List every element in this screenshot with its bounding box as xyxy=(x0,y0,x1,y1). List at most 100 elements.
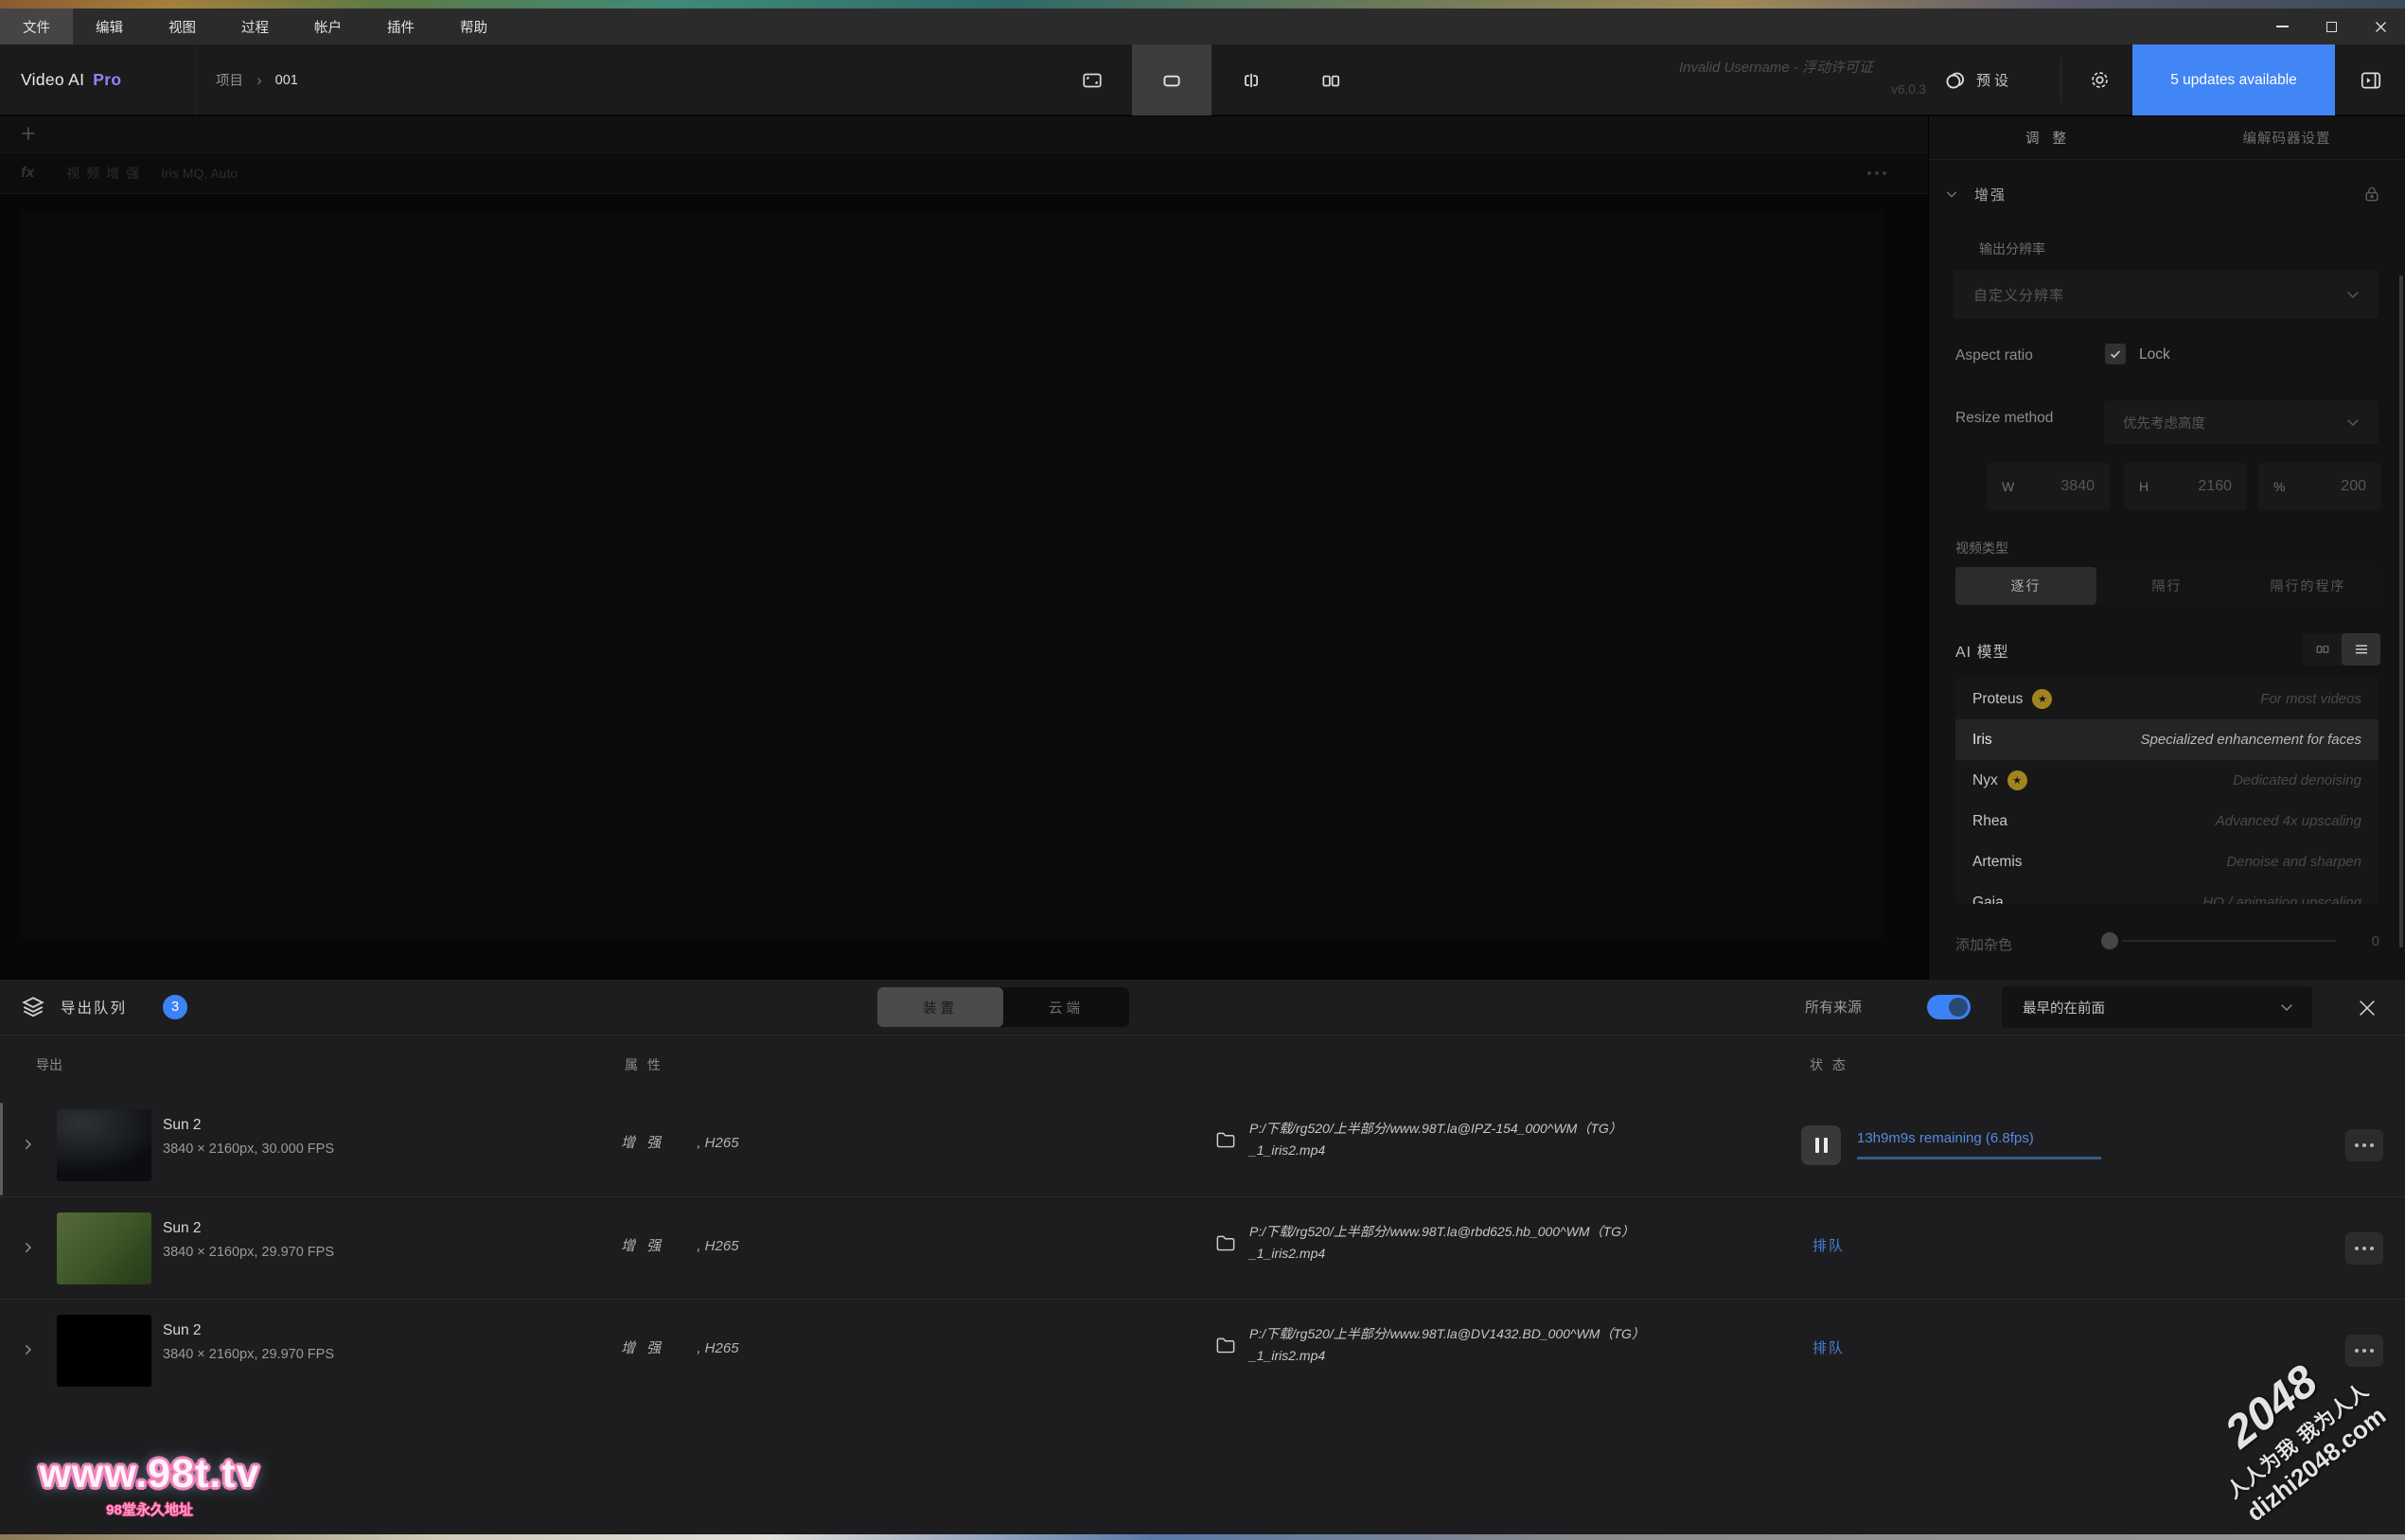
pause-button[interactable] xyxy=(1801,1125,1841,1165)
add-grain-label: 添加杂色 xyxy=(1955,934,2012,954)
aspect-lock-checkbox[interactable] xyxy=(2105,344,2126,364)
status-remaining-link[interactable]: 13h9m9s remaining (6.8fps) xyxy=(1857,1130,2034,1146)
menu-item-account[interactable]: 帐户 xyxy=(292,9,364,44)
video-title: Sun 2 xyxy=(163,1322,202,1339)
divider xyxy=(0,1035,2405,1036)
resolution-preset-dropdown[interactable]: 自定义分辨率 xyxy=(1953,270,2378,319)
queue-header: 导出队列 3 xyxy=(21,980,187,1034)
row-menu-button[interactable] xyxy=(2345,1129,2383,1161)
model-view-toggle xyxy=(2303,633,2380,665)
list-view-icon xyxy=(2353,641,2370,658)
column-header-export: 导出 xyxy=(36,1055,62,1074)
queue-title: 导出队列 xyxy=(61,997,127,1018)
close-icon xyxy=(2374,20,2388,34)
model-option-gaia[interactable]: Gaia ★ HQ / animation upscaling xyxy=(1955,882,2378,904)
filter-summary-bar: fx 视频增强 Iris MQ, Auto xyxy=(0,152,1928,194)
queue-target-device[interactable]: 装置 xyxy=(877,987,1003,1027)
queue-row: Sun 2 3840 × 2160px, 29.970 FPS 增 强 , H2… xyxy=(0,1299,2405,1401)
model-option-rhea[interactable]: Rhea ★ Advanced 4x upscaling xyxy=(1955,801,2378,841)
breadcrumb-root[interactable]: 项目 xyxy=(216,70,243,90)
ai-model-list: Proteus ★ For most videos Iris ★ Special… xyxy=(1955,679,2378,904)
output-path: P:/下载/rg520/上半部分/www.98T.la@IPZ-154_000^… xyxy=(1249,1118,1798,1161)
status-queued: 排队 xyxy=(1813,1337,1845,1357)
settings-button[interactable] xyxy=(2077,44,2122,115)
license-info: Invalid Username - 浮动许可证 v6.0.3 xyxy=(1679,57,1926,97)
fx-icon: fx xyxy=(21,165,34,182)
chevron-down-icon xyxy=(1944,186,1959,202)
queue-target-segmented: 装置 云端 xyxy=(877,987,1129,1027)
close-queue-button[interactable] xyxy=(2349,990,2385,1026)
presets-button[interactable]: 预设 xyxy=(1942,44,2012,115)
row-properties: 增 强 , H265 xyxy=(621,1132,739,1152)
menu-bar: 文件 编辑 视图 过程 帐户 插件 帮助 xyxy=(0,9,2405,44)
collapse-panel-button[interactable] xyxy=(2345,44,2396,115)
divider xyxy=(195,44,196,115)
model-option-nyx[interactable]: Nyx ★ Dedicated denoising xyxy=(1955,760,2378,801)
queue-scrollbar[interactable] xyxy=(0,1103,3,1195)
more-options-icon[interactable] xyxy=(1867,171,1886,175)
tab-adjustments[interactable]: 调 整 xyxy=(1929,116,2167,159)
model-list-view-button[interactable] xyxy=(2342,633,2380,665)
video-type-interlaced-progressive[interactable]: 隔行的程序 xyxy=(2237,567,2378,605)
close-window-button[interactable] xyxy=(2356,9,2405,44)
desktop-wallpaper-sliver-top xyxy=(0,0,2405,9)
menu-item-view[interactable]: 视图 xyxy=(146,9,219,44)
window-controls xyxy=(2257,9,2405,44)
menu-item-process[interactable]: 过程 xyxy=(219,9,292,44)
grain-slider-track[interactable] xyxy=(2122,940,2336,942)
menu-item-file[interactable]: 文件 xyxy=(0,9,73,44)
expand-row-chevron-icon[interactable] xyxy=(21,1342,36,1357)
model-option-artemis[interactable]: Artemis ★ Denoise and sharpen xyxy=(1955,841,2378,882)
app-version: v6.0.3 xyxy=(1679,82,1926,97)
expand-row-chevron-icon[interactable] xyxy=(21,1137,36,1152)
view-mode-group xyxy=(1052,44,1370,115)
queue-sort-dropdown[interactable]: 最早的在前面 xyxy=(2002,986,2312,1028)
video-canvas[interactable] xyxy=(21,211,1883,940)
row-menu-button[interactable] xyxy=(2345,1232,2383,1265)
video-type-progressive[interactable]: 逐行 xyxy=(1955,567,2096,605)
scale-percent-field[interactable]: % 200 xyxy=(2258,463,2381,510)
title-bar: Video AI Pro 项目 › 001 Invalid Username -… xyxy=(0,44,2405,115)
video-thumbnail[interactable] xyxy=(57,1213,151,1284)
menu-item-help[interactable]: 帮助 xyxy=(437,9,510,44)
height-field[interactable]: H 2160 xyxy=(2124,463,2247,510)
panel-scrollbar[interactable] xyxy=(2399,275,2403,947)
layers-icon xyxy=(21,995,45,1019)
add-video-button[interactable]: + xyxy=(21,119,36,149)
menu-item-edit[interactable]: 编辑 xyxy=(73,9,146,44)
video-thumbnail[interactable] xyxy=(57,1109,151,1181)
side-by-side-icon xyxy=(1319,69,1342,92)
view-mode-fit-button[interactable] xyxy=(1052,44,1132,115)
video-thumbnail[interactable] xyxy=(57,1315,151,1387)
view-mode-side-by-side-button[interactable] xyxy=(1291,44,1370,115)
resize-method-dropdown[interactable]: 优先考虑高度 xyxy=(2104,400,2378,444)
export-queue-panel: 导出队列 3 装置 云端 所有来源 最早的在前面 导出 属 性 状 态 Sun … xyxy=(0,980,2405,1540)
model-option-proteus[interactable]: Proteus ★ For most videos xyxy=(1955,679,2378,719)
expand-row-chevron-icon[interactable] xyxy=(21,1240,36,1255)
app-name-text: Video AI xyxy=(21,70,84,90)
grain-slider-knob[interactable] xyxy=(2101,932,2118,949)
queue-target-cloud[interactable]: 云端 xyxy=(1003,987,1129,1027)
lock-icon[interactable] xyxy=(2362,185,2381,204)
enhancement-section-header[interactable]: 增强 xyxy=(1929,175,2405,213)
width-field[interactable]: W 3840 xyxy=(1987,463,2110,510)
view-mode-split-button[interactable] xyxy=(1211,44,1291,115)
view-mode-single-button[interactable] xyxy=(1132,44,1211,115)
minimize-button[interactable] xyxy=(2257,9,2307,44)
model-grid-view-button[interactable] xyxy=(2303,633,2342,665)
presets-icon xyxy=(1942,68,1967,93)
pause-icon xyxy=(1815,1138,1819,1153)
updates-available-button[interactable]: 5 updates available xyxy=(2132,44,2335,115)
tab-codec-settings[interactable]: 编解码器设置 xyxy=(2167,116,2405,159)
model-option-iris[interactable]: Iris ★ Specialized enhancement for faces xyxy=(1955,719,2378,760)
chevron-down-icon xyxy=(2344,286,2361,303)
menu-item-plugins[interactable]: 插件 xyxy=(364,9,437,44)
progress-bar xyxy=(1857,1157,2101,1159)
all-sources-toggle[interactable] xyxy=(1927,995,1971,1019)
video-type-interlaced[interactable]: 隔行 xyxy=(2096,567,2237,605)
queue-sort-value: 最早的在前面 xyxy=(2023,998,2105,1018)
filter-value: Iris MQ, Auto xyxy=(161,166,238,181)
folder-icon xyxy=(1215,1130,1236,1149)
maximize-button[interactable] xyxy=(2307,9,2356,44)
single-view-icon xyxy=(1160,69,1183,92)
